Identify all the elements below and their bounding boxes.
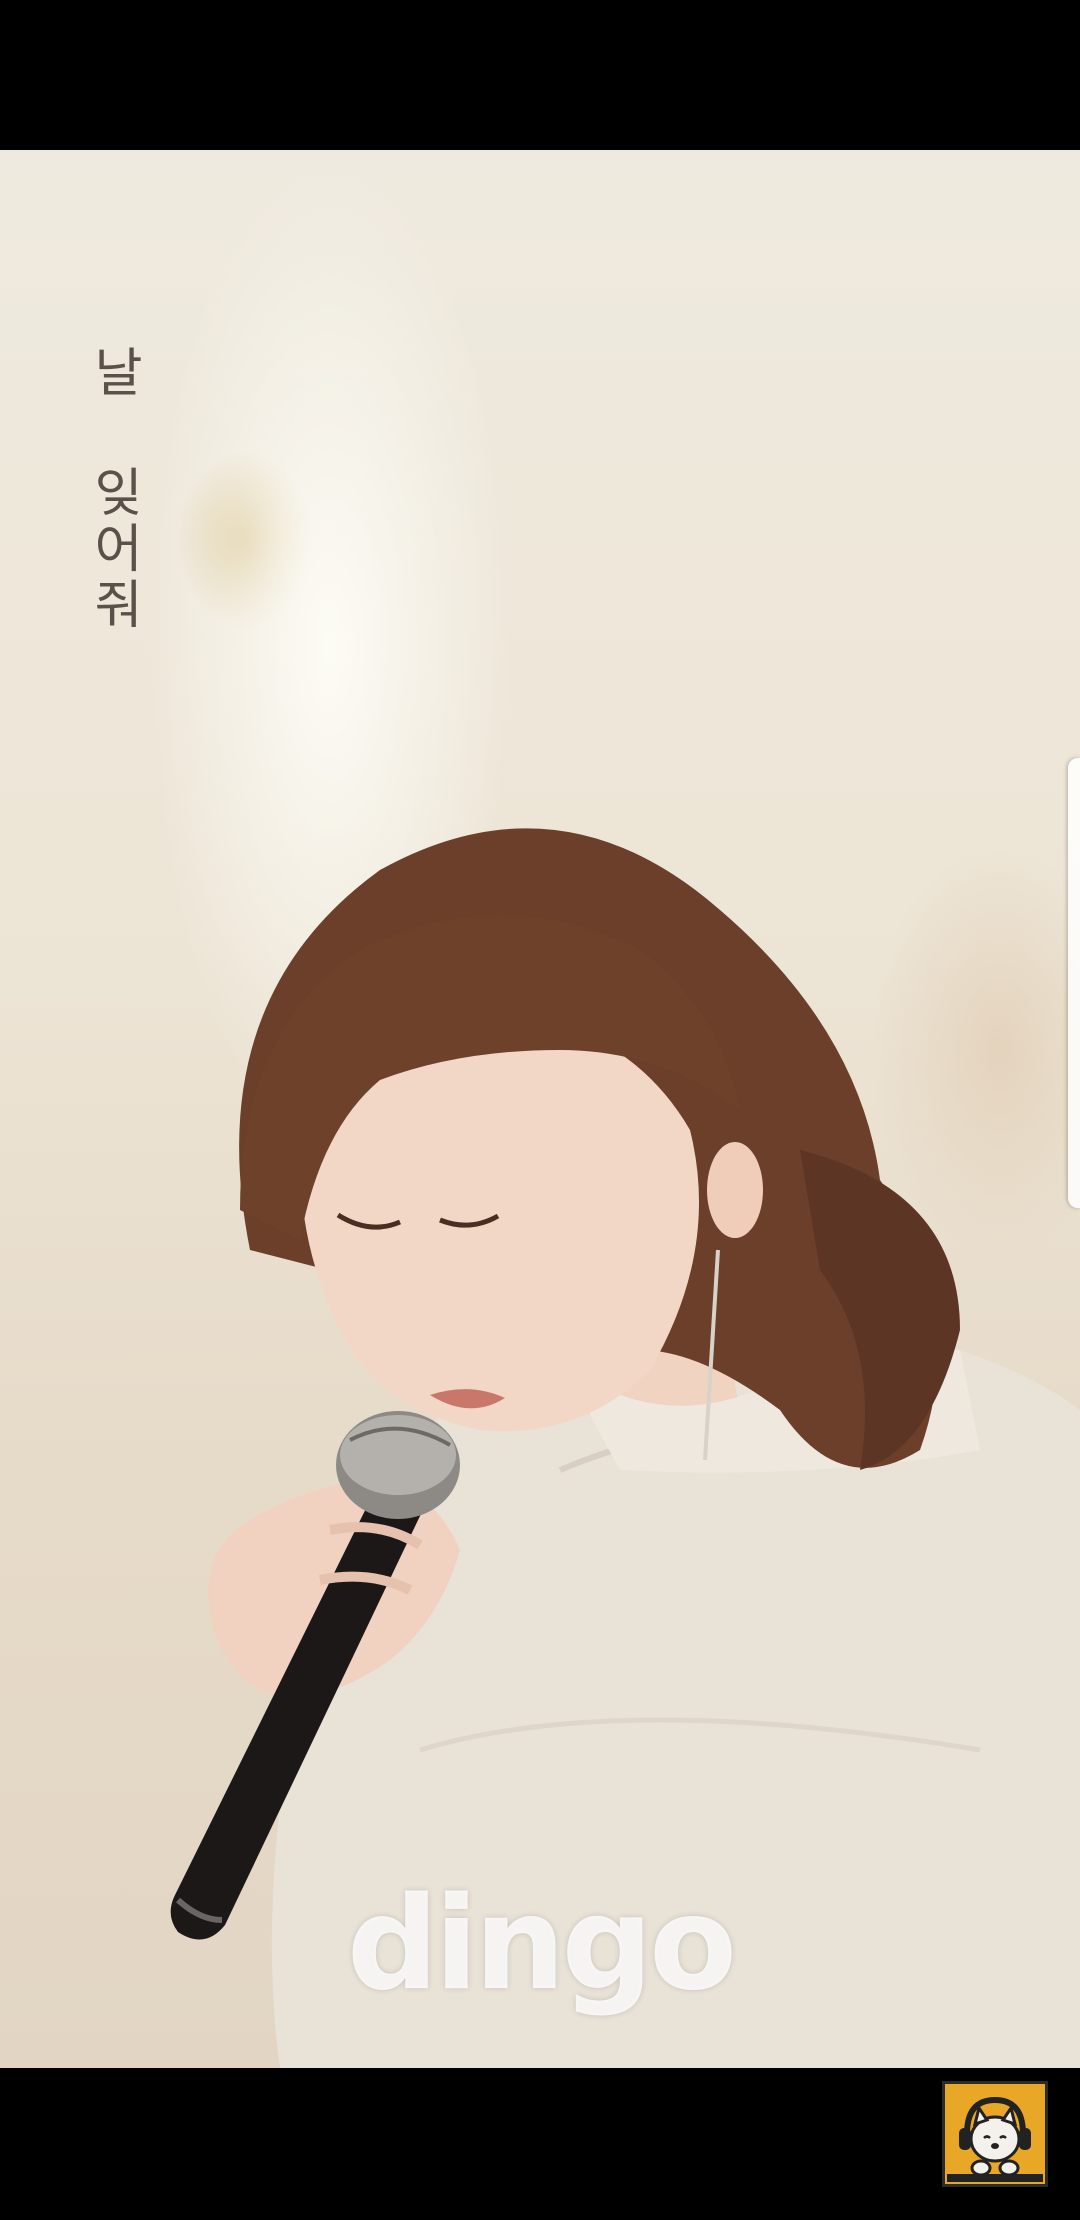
bottom-bar (0, 2068, 1080, 2220)
dog-with-headphones-icon (947, 2096, 1043, 2182)
channel-watermark: dingo (346, 1870, 737, 2019)
singer-illustration (170, 828, 1080, 2068)
screen: 날 잊어줘 dingo (0, 0, 1080, 2220)
channel-avatar-button[interactable] (942, 2081, 1048, 2187)
edge-panel-handle[interactable] (1068, 758, 1080, 1208)
video-player[interactable]: 날 잊어줘 dingo (0, 150, 1080, 2068)
song-title-overlay: 날 잊어줘 (83, 345, 143, 633)
status-bar-area (0, 0, 1080, 150)
